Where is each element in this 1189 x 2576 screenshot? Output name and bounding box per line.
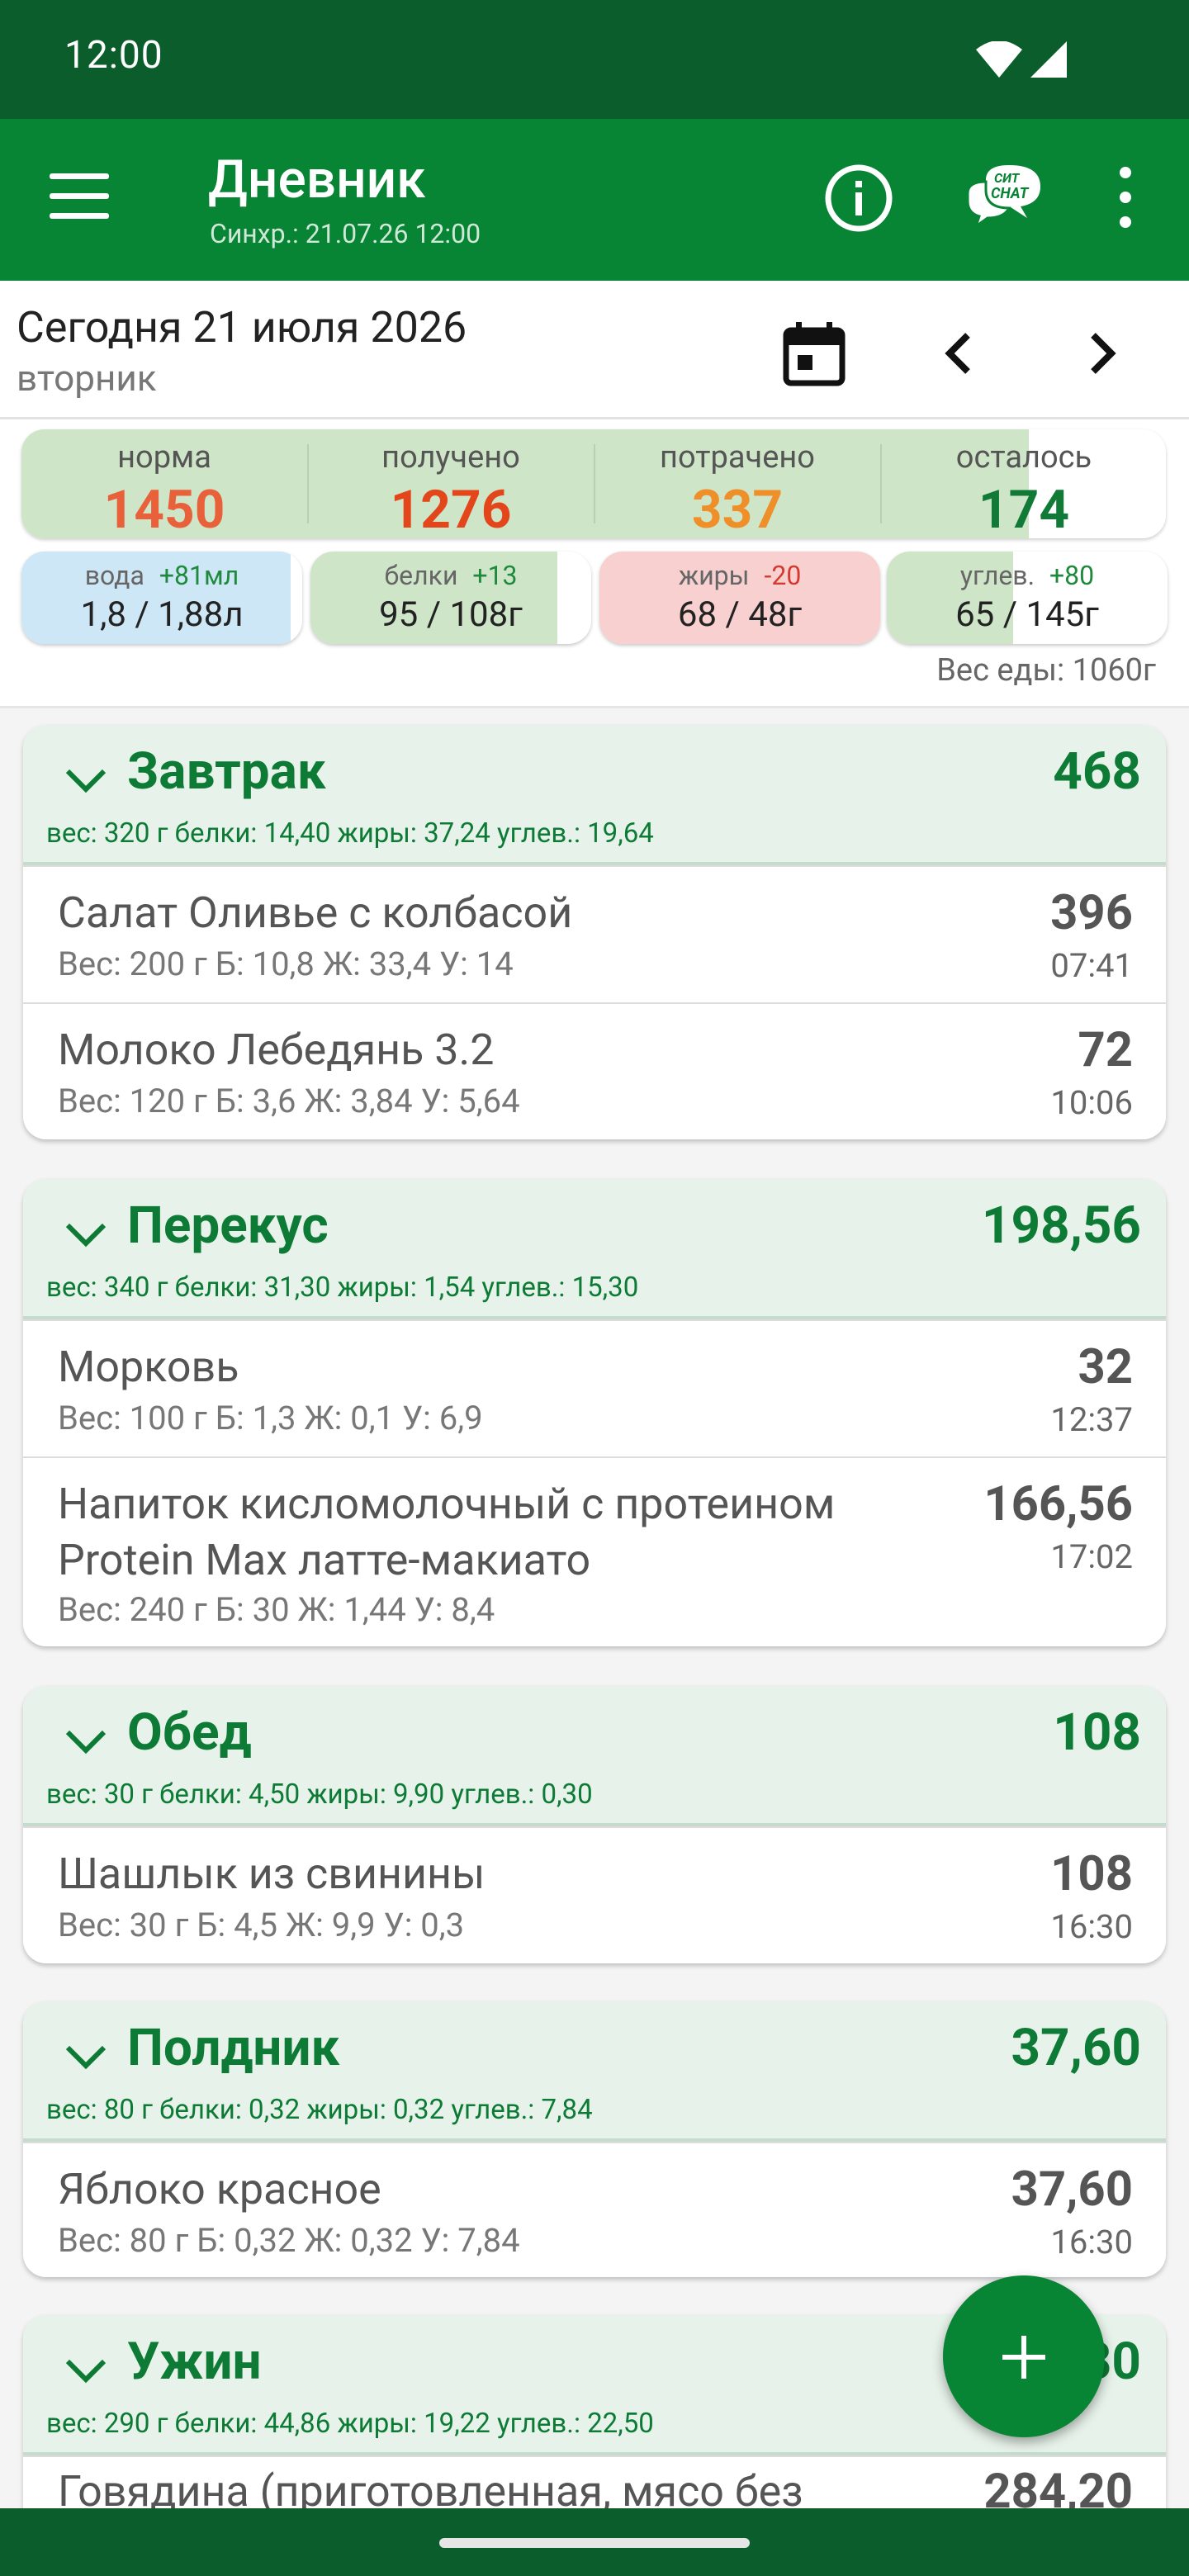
chevron-right-icon[interactable] — [1082, 330, 1123, 376]
weekday: вторник — [17, 357, 157, 400]
food-kcal: 396 — [1050, 885, 1133, 941]
daily-summary: норма 1450 получено 1276 потрачено 337 о… — [0, 419, 1189, 708]
menu-icon[interactable] — [50, 173, 109, 223]
chevron-down-icon[interactable] — [63, 758, 109, 804]
chevron-down-icon[interactable] — [63, 2034, 109, 2081]
meal-summary: вес: 80 г белки: 0,32 жиры: 0,32 углев.:… — [46, 2094, 593, 2126]
food-time: 17:02 — [1050, 1537, 1133, 1576]
home-gesture-handle[interactable] — [439, 2538, 750, 2548]
chevron-down-icon[interactable] — [63, 1719, 109, 1765]
food-kcal: 108 — [1050, 1846, 1133, 1902]
meal-name: Ужин — [127, 2332, 262, 2392]
food-item[interactable]: Морковь Вес: 100 г Б: 1,3 Ж: 0,1 У: 6,9 … — [23, 1319, 1166, 1456]
calorie-norm: норма 1450 — [103, 439, 225, 538]
meal-summary: вес: 30 г белки: 4,50 жиры: 9,90 углев.:… — [46, 1778, 593, 1811]
calorie-spent: потрачено 337 — [660, 439, 815, 538]
food-item[interactable]: Говядина (приготовленная, мясо без 284,2… — [23, 2455, 1166, 2513]
system-nav-bar — [0, 2508, 1189, 2576]
sync-status: Синхр.: 21.07.26 12:00 — [210, 218, 481, 249]
page-title: Дневник — [208, 149, 426, 211]
meal-summary: вес: 320 г белки: 14,40 жиры: 37,24 угле… — [46, 817, 654, 850]
add-food-button[interactable] — [943, 2275, 1105, 2437]
chevron-down-icon[interactable] — [63, 1212, 109, 1258]
app-bar: Дневник Синхр.: 21.07.26 12:00 СИТ CHAT — [0, 119, 1189, 281]
food-kcal: 166,56 — [983, 1476, 1133, 1532]
meal-name: Перекус — [127, 1196, 329, 1256]
calorie-received: получено 1276 — [381, 439, 520, 538]
more-vert-icon[interactable] — [1111, 167, 1139, 230]
chat-badge-top: СИТ — [994, 170, 1020, 186]
current-date[interactable]: Сегодня 21 июля 2026 — [17, 302, 467, 353]
food-name: Салат Оливье с колбасой — [58, 888, 573, 938]
meal-kcal: 198,56 — [981, 1196, 1141, 1256]
date-row: Сегодня 21 июля 2026 вторник — [0, 281, 1189, 419]
meal-summary: вес: 290 г белки: 44,86 жиры: 19,22 угле… — [46, 2408, 654, 2440]
meal-kcal: 468 — [1053, 741, 1141, 802]
meal-card-snack: Перекус 198,56 вес: 340 г белки: 31,30 ж… — [23, 1179, 1166, 1646]
food-item[interactable]: Напиток кисломолочный с протеином Protei… — [23, 1456, 1166, 1646]
wifi-icon — [976, 41, 1022, 78]
food-name: Шашлык из свинины — [58, 1849, 486, 1899]
food-kcal: 72 — [1078, 1022, 1133, 1078]
food-kcal: 37,60 — [1011, 2162, 1133, 2218]
meal-card-lunch: Обед 108 вес: 30 г белки: 4,50 жиры: 9,9… — [23, 1686, 1166, 1963]
info-icon[interactable] — [822, 162, 895, 234]
status-bar: 12:00 — [0, 0, 1189, 119]
food-time: 10:06 — [1050, 1083, 1133, 1122]
signal-icon — [1030, 41, 1067, 78]
food-item[interactable]: Молоко Лебедянь 3.2 Вес: 120 г Б: 3,6 Ж:… — [23, 1002, 1166, 1139]
meal-card-afternoon-snack: Полдник 37,60 вес: 80 г белки: 0,32 жиры… — [23, 2001, 1166, 2277]
food-time: 16:30 — [1050, 2223, 1133, 2261]
meal-name: Завтрак — [127, 741, 326, 802]
status-time: 12:00 — [64, 33, 163, 78]
meal-header[interactable]: Завтрак 468 вес: 320 г белки: 14,40 жиры… — [23, 725, 1166, 865]
macro-water[interactable]: вода +81мл 1,8 / 1,88л — [21, 552, 302, 644]
calorie-left: осталось 174 — [955, 439, 1092, 538]
food-item[interactable]: Шашлык из свинины Вес: 30 г Б: 4,5 Ж: 9,… — [23, 1826, 1166, 1963]
food-macros: Вес: 30 г Б: 4,5 Ж: 9,9 У: 0,3 — [58, 1906, 465, 1944]
meal-header[interactable]: Обед 108 вес: 30 г белки: 4,50 жиры: 9,9… — [23, 1686, 1166, 1826]
meal-card-breakfast: Завтрак 468 вес: 320 г белки: 14,40 жиры… — [23, 725, 1166, 1139]
food-kcal: 32 — [1078, 1339, 1133, 1395]
food-macros: Вес: 80 г Б: 0,32 Ж: 0,32 У: 7,84 — [58, 2221, 520, 2260]
food-macros: Вес: 100 г Б: 1,3 Ж: 0,1 У: 6,9 — [58, 1399, 483, 1437]
macro-fat[interactable]: жиры -20 68 / 48г — [599, 552, 880, 644]
food-name: Напиток кисломолочный с протеином Protei… — [58, 1479, 836, 1585]
food-time: 07:41 — [1050, 946, 1133, 985]
food-macros: Вес: 240 г Б: 30 Ж: 1,44 У: 8,4 — [58, 1590, 495, 1629]
food-macros: Вес: 120 г Б: 3,6 Ж: 3,84 У: 5,64 — [58, 1082, 520, 1120]
chat-icon[interactable]: СИТ CHAT — [961, 160, 1044, 236]
meal-name: Обед — [127, 1702, 252, 1763]
meal-header[interactable]: Перекус 198,56 вес: 340 г белки: 31,30 ж… — [23, 1179, 1166, 1319]
meal-kcal: 108 — [1053, 1702, 1141, 1763]
food-kcal: 284,20 — [983, 2464, 1133, 2513]
food-name: Морковь — [58, 1342, 239, 1392]
food-name: Яблоко красное — [58, 2164, 381, 2214]
food-item[interactable]: Яблоко красное Вес: 80 г Б: 0,32 Ж: 0,32… — [23, 2142, 1166, 2277]
meal-name: Полдник — [127, 2018, 340, 2078]
meal-summary: вес: 340 г белки: 31,30 жиры: 1,54 углев… — [46, 1271, 639, 1304]
calorie-bar[interactable]: норма 1450 получено 1276 потрачено 337 о… — [21, 429, 1166, 538]
chevron-left-icon[interactable] — [938, 330, 979, 376]
chat-badge-bottom: CHAT — [991, 185, 1029, 202]
chevron-down-icon[interactable] — [63, 2348, 109, 2394]
food-time: 12:37 — [1050, 1400, 1133, 1439]
food-weight: Вес еды: 1060г — [936, 652, 1156, 689]
calendar-icon[interactable] — [783, 320, 846, 386]
status-icons — [976, 38, 1067, 81]
food-macros: Вес: 200 г Б: 10,8 Ж: 33,4 У: 14 — [58, 945, 514, 983]
food-name: Молоко Лебедянь 3.2 — [58, 1025, 495, 1075]
food-name: Говядина (приготовленная, мясо без — [58, 2466, 803, 2513]
food-time: 16:30 — [1050, 1907, 1133, 1946]
meal-header[interactable]: Полдник 37,60 вес: 80 г белки: 0,32 жиры… — [23, 2001, 1166, 2142]
meal-kcal: 37,60 — [1011, 2018, 1141, 2078]
macro-protein[interactable]: белки +13 95 / 108г — [310, 552, 591, 644]
macro-carbs[interactable]: углев. +80 65 / 145г — [887, 552, 1168, 644]
food-item[interactable]: Салат Оливье с колбасой Вес: 200 г Б: 10… — [23, 865, 1166, 1002]
